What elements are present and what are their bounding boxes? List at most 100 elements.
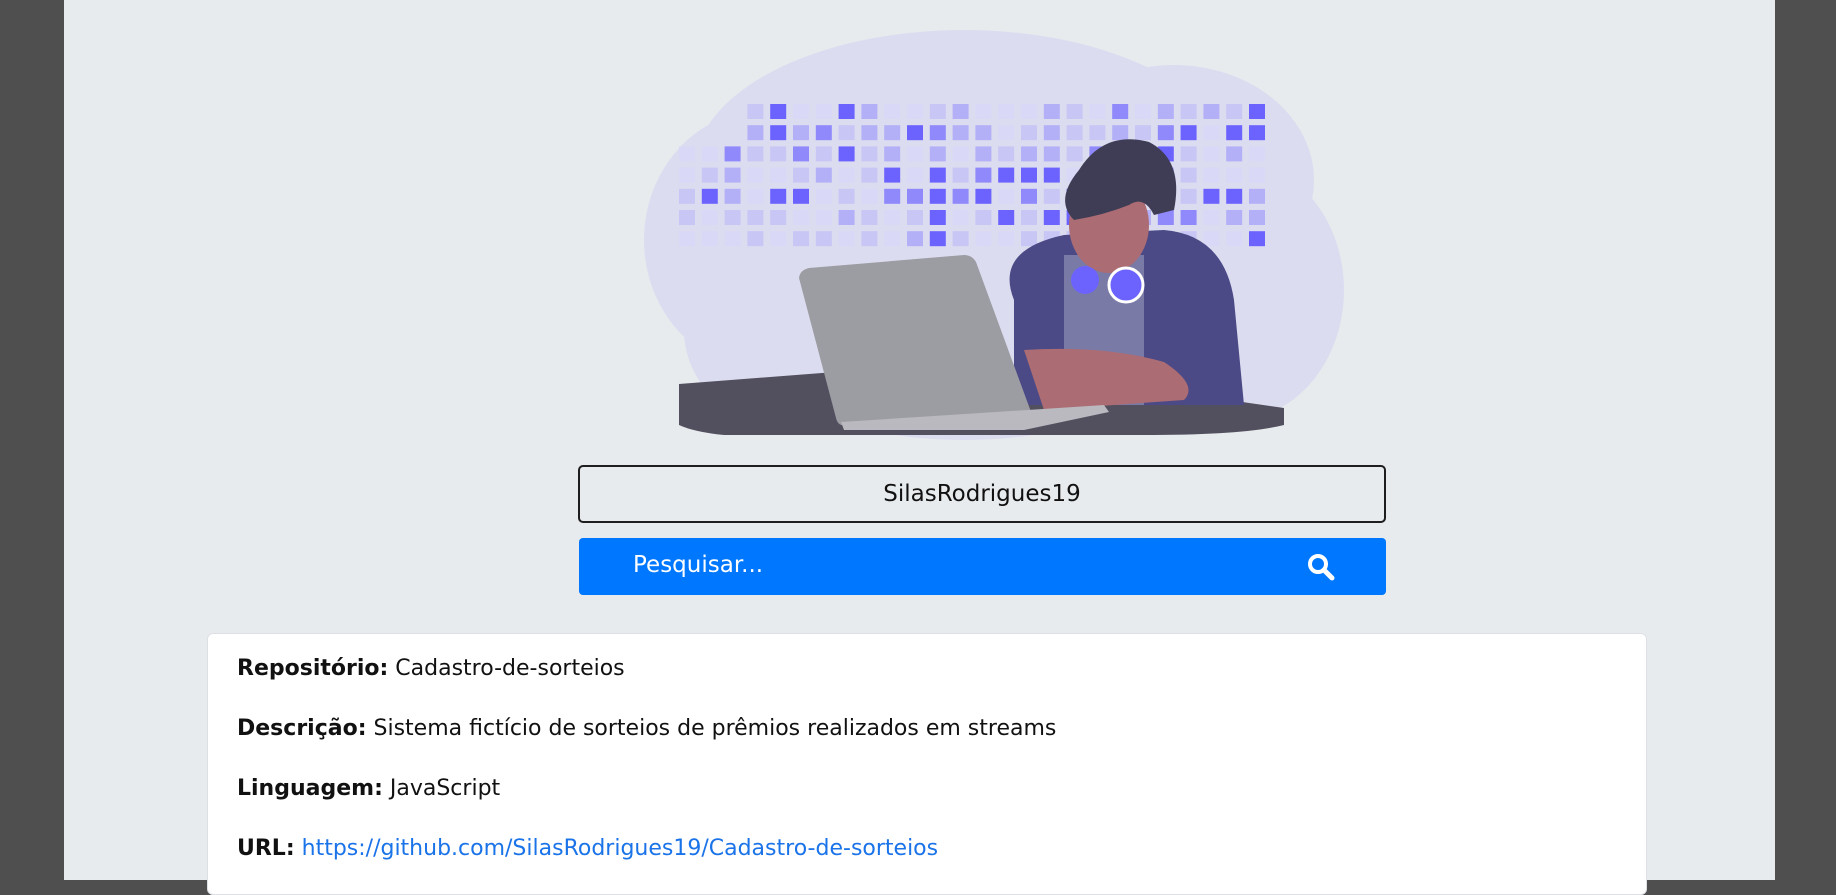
grid-cell (1112, 104, 1129, 119)
grid-cell (1226, 146, 1243, 162)
grid-cell (1180, 188, 1197, 204)
grid-cell (975, 146, 992, 162)
grid-cell (1249, 231, 1265, 247)
grid-cell (815, 188, 832, 204)
grid-cell (1180, 167, 1197, 183)
grid-cell (907, 210, 923, 225)
grid-cell (747, 231, 764, 247)
grid-cell (975, 210, 992, 225)
grid-cell (815, 167, 832, 183)
grid-cell (1135, 125, 1151, 141)
grid-cell (998, 125, 1015, 141)
grid-cell (747, 125, 764, 141)
grid-cell (884, 188, 901, 204)
grid-cell (861, 210, 878, 225)
grid-cell (838, 188, 855, 204)
grid-cell (884, 210, 901, 225)
repository-card: Repositório: Cadastro-de-sorteios Descri… (207, 633, 1647, 895)
grid-cell (1021, 125, 1037, 141)
search-icon (1308, 554, 1335, 581)
grid-cell (770, 104, 787, 119)
grid-cell (884, 231, 901, 247)
grid-cell (998, 167, 1015, 183)
grid-cell (1112, 125, 1129, 141)
grid-cell (1043, 125, 1060, 141)
grid-cell (1226, 125, 1243, 141)
grid-cell (998, 210, 1015, 225)
grid-cell (1249, 146, 1265, 162)
grid-cell (747, 167, 764, 183)
grid-cell (952, 125, 969, 141)
grid-cell (1180, 210, 1197, 225)
grid-cell (884, 125, 901, 141)
grid-cell (1203, 188, 1220, 204)
grid-cell (1021, 104, 1037, 119)
grid-cell (1066, 146, 1083, 162)
grid-cell (1249, 188, 1265, 204)
grid-cell (838, 210, 855, 225)
grid-cell (1157, 125, 1174, 141)
grid-cell (1021, 210, 1037, 225)
grid-cell (952, 188, 969, 204)
grid-cell (1021, 231, 1037, 247)
grid-cell (1226, 210, 1243, 225)
grid-cell (793, 231, 809, 247)
grid-cell (975, 104, 992, 119)
grid-cell (793, 210, 809, 225)
page-content: Pesquisar... Repositório: Cadastro-de-so… (64, 0, 1775, 895)
grid-cell (1180, 125, 1197, 141)
grid-cell (1203, 210, 1220, 225)
url-label: URL: (237, 836, 295, 861)
grid-cell (724, 210, 741, 225)
grid-cell (975, 167, 992, 183)
grid-cell (701, 210, 718, 225)
grid-cell (929, 167, 946, 183)
grid-cell (1043, 146, 1060, 162)
grid-cell (884, 146, 901, 162)
grid-cell (1249, 125, 1265, 141)
username-search-input[interactable] (578, 465, 1386, 523)
search-button[interactable]: Pesquisar... (579, 538, 1386, 595)
grid-cell (770, 231, 787, 247)
grid-cell (998, 188, 1015, 204)
grid-cell (929, 104, 946, 119)
grid-cell (1203, 231, 1220, 247)
grid-cell (815, 104, 832, 119)
grid-cell (975, 188, 992, 204)
grid-cell (929, 210, 946, 225)
grid-cell (815, 125, 832, 141)
url-row: URL: https://github.com/SilasRodrigues19… (237, 836, 938, 861)
language-value: JavaScript (389, 776, 501, 801)
grid-cell (1180, 104, 1197, 119)
grid-cell (679, 146, 695, 162)
grid-cell (907, 104, 923, 119)
grid-cell (861, 104, 878, 119)
grid-cell (1066, 125, 1083, 141)
grid-cell (998, 146, 1015, 162)
grid-cell (747, 210, 764, 225)
grid-cell (929, 146, 946, 162)
grid-cell (861, 231, 878, 247)
developer-laptop-illustration (644, 30, 1344, 440)
grid-cell (770, 210, 787, 225)
grid-cell (724, 231, 741, 247)
grid-cell (1043, 104, 1060, 119)
grid-cell (975, 231, 992, 247)
repository-name: Cadastro-de-sorteios (395, 656, 625, 681)
grid-cell (1203, 146, 1220, 162)
grid-cell (1180, 146, 1197, 162)
grid-cell (724, 188, 741, 204)
grid-cell (770, 167, 787, 183)
grid-cell (1089, 125, 1106, 141)
grid-cell (724, 146, 741, 162)
grid-cell (1249, 167, 1265, 183)
repository-url-link[interactable]: https://github.com/SilasRodrigues19/Cada… (302, 836, 938, 861)
grid-cell (998, 104, 1015, 119)
grid-cell (907, 146, 923, 162)
grid-cell (1021, 167, 1037, 183)
grid-cell (770, 146, 787, 162)
grid-cell (793, 104, 809, 119)
grid-cell (793, 125, 809, 141)
grid-cell (679, 231, 695, 247)
grid-cell (838, 167, 855, 183)
